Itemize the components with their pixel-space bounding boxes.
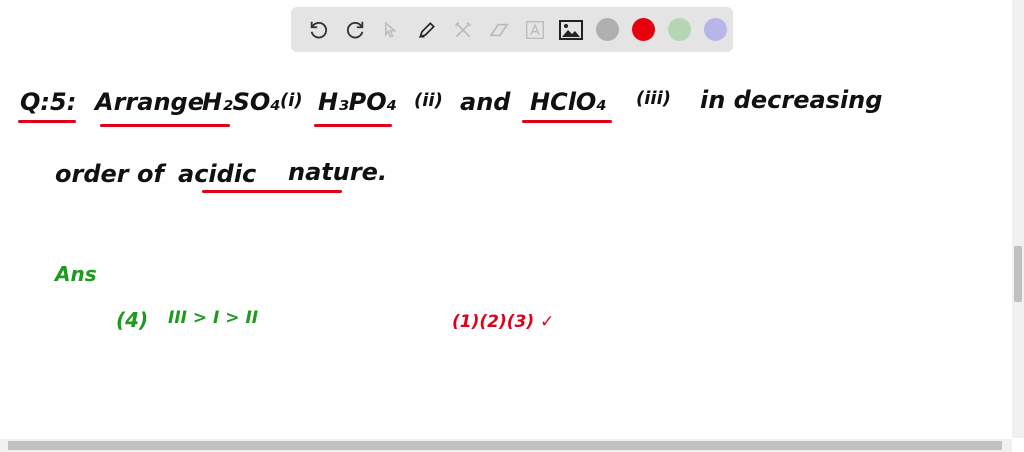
answer-label: Ans (55, 262, 97, 286)
whiteboard-toolbar (291, 7, 733, 52)
question-line2-a: order of (55, 160, 164, 188)
word-nature: nature. (288, 158, 388, 186)
underline (202, 190, 342, 193)
answer-option: (4) (116, 308, 149, 332)
word-and: and (460, 88, 511, 116)
numeral-i: (i) (280, 90, 303, 111)
formula-h2so4: H₂SO₄ (202, 88, 281, 116)
vertical-scrollbar[interactable] (1012, 0, 1024, 438)
numeral-iii: (iii) (636, 88, 671, 109)
question-text-end: in decreasing (700, 86, 883, 114)
formula-h3po4: H₃PO₄ (318, 88, 398, 116)
eraser-icon[interactable] (481, 12, 517, 48)
image-icon[interactable] (553, 12, 589, 48)
answer-order: III > I > II (168, 308, 259, 328)
red-annotation: (1)(2)(3) ✓ (452, 312, 555, 332)
underline (100, 124, 230, 127)
horizontal-scrollbar[interactable] (0, 439, 1012, 452)
color-gray[interactable] (589, 12, 625, 48)
text-icon[interactable] (517, 12, 553, 48)
question-label: Q:5: (20, 88, 77, 116)
color-red[interactable] (625, 12, 661, 48)
undo-icon[interactable] (301, 12, 337, 48)
tools-icon[interactable] (445, 12, 481, 48)
select-icon[interactable] (373, 12, 409, 48)
color-green[interactable] (661, 12, 697, 48)
color-purple[interactable] (697, 12, 733, 48)
question-word: Arrange (95, 88, 204, 116)
horizontal-scroll-thumb[interactable] (8, 441, 1002, 450)
vertical-scroll-thumb[interactable] (1014, 246, 1022, 302)
pen-icon[interactable] (409, 12, 445, 48)
formula-hclo4: HClO₄ (530, 88, 607, 116)
underline (314, 124, 392, 127)
redo-icon[interactable] (337, 12, 373, 48)
underline (522, 120, 612, 123)
word-acidic: acidic (178, 160, 257, 188)
numeral-ii: (ii) (414, 90, 443, 111)
